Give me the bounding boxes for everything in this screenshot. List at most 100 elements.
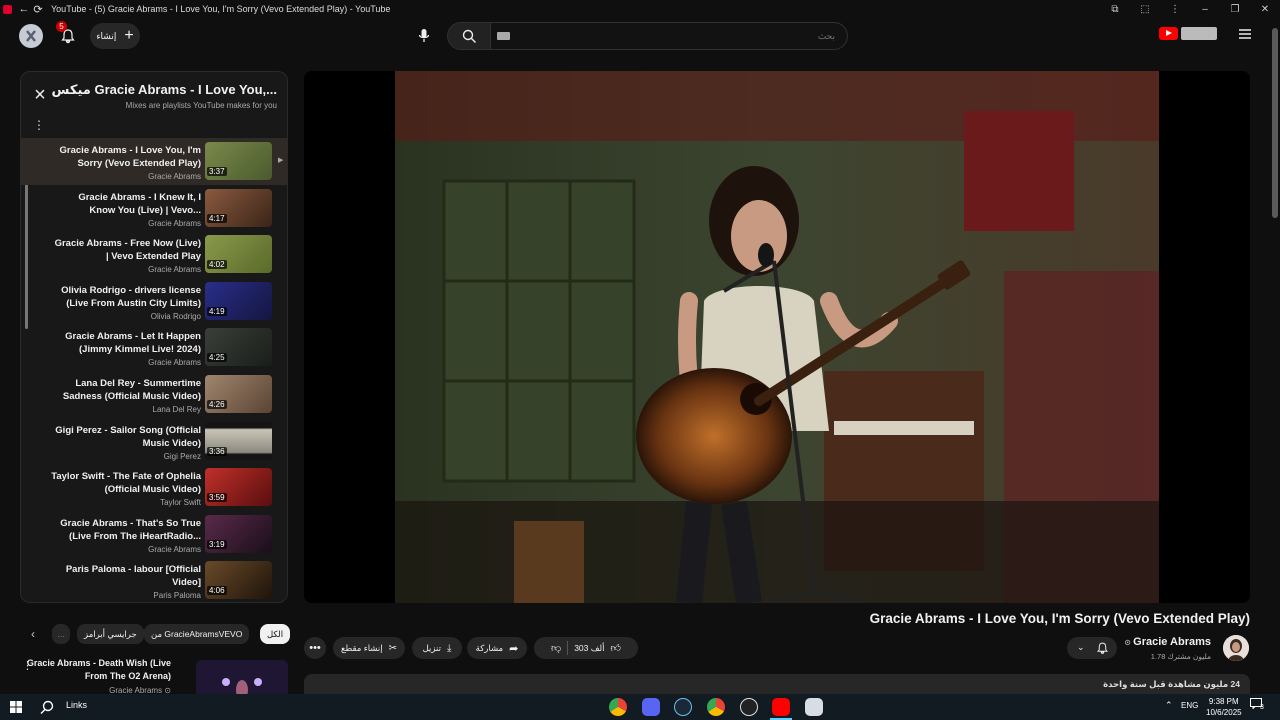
next-video-title: Gracie Abrams - Death Wish (Live From Th…: [26, 658, 171, 681]
playlist-item-channel: Gracie Abrams: [148, 265, 201, 275]
language-indicator[interactable]: ENG: [1181, 701, 1198, 710]
voice-search-button[interactable]: [411, 23, 437, 49]
chevron-left-icon[interactable]: ‹: [31, 627, 35, 641]
playlist-item-title: Paris Paloma - labour [Official Video]: [65, 564, 201, 589]
playlist-item[interactable]: Gracie Abrams - That's So True (Live Fro…: [21, 511, 287, 558]
search-input[interactable]: [490, 22, 848, 50]
playlist-item[interactable]: Gigi Perez - Sailor Song (Official Music…: [21, 418, 287, 465]
youtube-favicon-icon: [3, 4, 12, 14]
settings-app-icon[interactable]: [805, 698, 823, 716]
steam-icon[interactable]: [674, 698, 692, 716]
playlist-item[interactable]: Lana Del Rey - Summertime Sadness (Offic…: [21, 371, 287, 418]
like-count[interactable]: 303 ألف: [574, 643, 604, 654]
translate-icon[interactable]: ⧉: [1100, 4, 1130, 15]
playlist-item[interactable]: Taylor Swift - The Fate of Ophelia (Offi…: [21, 464, 287, 511]
chrome-alt-icon[interactable]: [707, 698, 725, 716]
clock[interactable]: 9:38 PM 10/6/2025: [1206, 696, 1242, 718]
youtube-app-icon[interactable]: [772, 698, 790, 716]
chip-overflow[interactable]: ...: [52, 624, 70, 644]
clip-button[interactable]: إنشاء مقطع ✂: [333, 637, 405, 659]
clip-label: إنشاء مقطع: [341, 642, 383, 653]
channel-avatar[interactable]: [1223, 635, 1249, 661]
playlist-item-title: Gracie Abrams - Free Now (Live) | Vevo E…: [54, 238, 201, 263]
dislike-icon[interactable]: 👎︎: [551, 642, 561, 654]
description-meta: 24 مليون مشاهدة قبل سنة واحدة: [1103, 679, 1240, 690]
video-player[interactable]: [304, 71, 1250, 603]
close-window-button[interactable]: ✕: [1250, 4, 1280, 15]
chip-from-channel[interactable]: من GracieAbramsVEVO: [144, 624, 250, 644]
back-arrow-icon[interactable]: ←: [17, 3, 31, 15]
playlist-item[interactable]: Gracie Abrams - I Knew It, I Know You (L…: [21, 185, 287, 232]
duration-badge: 3:37: [207, 167, 227, 176]
clock-date: 10/6/2025: [1206, 708, 1242, 717]
duration-badge: 4:02: [207, 260, 227, 270]
search-button[interactable]: [447, 22, 491, 50]
playlist-item-thumbnail: 4:25: [205, 328, 272, 367]
playlist-more-icon[interactable]: ⋮: [33, 118, 45, 132]
playlist-item-thumbnail: 4:02: [205, 235, 272, 274]
duration-badge: 4:06: [207, 586, 227, 596]
like-divider: [567, 641, 569, 655]
windows-start-icon[interactable]: [10, 701, 22, 713]
taskbar-search-label[interactable]: Links: [66, 700, 87, 710]
tray-chevron-icon[interactable]: ⌃: [1165, 700, 1173, 711]
playlist-item-thumbnail: 4:06: [205, 561, 272, 600]
notifications-button[interactable]: 5: [56, 21, 80, 48]
playlist-item[interactable]: Gracie Abrams - Free Now (Live) | Vevo E…: [21, 231, 287, 278]
notification-badge: 5: [56, 21, 67, 32]
playlist-item[interactable]: Gracie Abrams - I Love You, I'm Sorry (V…: [21, 138, 287, 185]
playlist-subtitle: Mixes are playlists YouTube makes for yo…: [125, 101, 277, 110]
red-panel: [964, 111, 1074, 231]
minimize-button[interactable]: –: [1190, 4, 1220, 15]
create-button[interactable]: إنشاء +: [90, 23, 140, 49]
playlist-item-title: Gracie Abrams - That's So True (Live Fro…: [60, 517, 201, 542]
reload-icon[interactable]: ⟳: [31, 3, 45, 16]
guide-menu-button[interactable]: [1238, 28, 1252, 40]
playlist-item-thumbnail: 4:26: [205, 374, 272, 413]
playlist-item-thumbnail: 3:37: [205, 142, 272, 180]
chip-related[interactable]: جرايسي أبرامز: [77, 624, 144, 644]
account-avatar[interactable]: [19, 24, 43, 48]
playlist-item[interactable]: Olivia Rodrigo - drivers license (Live F…: [21, 278, 287, 325]
next-video-item[interactable]: ⋮ Gracie Abrams - Death Wish (Live From …: [20, 655, 290, 700]
search-icon: [462, 29, 476, 43]
playlist-item[interactable]: Paris Paloma - labour [Official Video] P…: [21, 557, 287, 602]
playlist-item-title: Gracie Abrams - I Love You, I'm Sorry (V…: [59, 145, 201, 169]
video-frame: [304, 71, 1250, 603]
playlist-item-channel: Gracie Abrams: [148, 218, 201, 228]
chip-all[interactable]: الكل: [260, 624, 291, 644]
share-button[interactable]: مشاركة ➦: [467, 637, 527, 659]
duration-badge: 4:19: [207, 306, 227, 316]
hamburger-icon: [1239, 29, 1251, 39]
scissors-icon: ✂: [388, 642, 397, 654]
restore-button[interactable]: ❐: [1220, 4, 1250, 15]
channel-name[interactable]: ⊙ Gracie Abrams: [1124, 636, 1211, 648]
app-icon[interactable]: [740, 698, 758, 716]
extensions-icon[interactable]: ⬚: [1130, 4, 1160, 15]
like-icon[interactable]: 👍︎: [611, 642, 621, 654]
keyboard-icon[interactable]: [497, 32, 510, 40]
subscribed-button[interactable]: ⌄: [1067, 637, 1117, 659]
youtube-logo[interactable]: [1159, 27, 1217, 40]
more-actions-button[interactable]: •••: [304, 637, 326, 659]
chevron-down-icon: ⌄: [1077, 642, 1085, 652]
playlist-item-title: Olivia Rodrigo - drivers license (Live F…: [61, 284, 201, 309]
microphone-icon: [418, 29, 430, 42]
chrome-icon[interactable]: [609, 698, 627, 716]
page-scrollbar[interactable]: [1272, 28, 1278, 218]
playlist-item-thumbnail: 3:59: [205, 468, 272, 507]
notification-center-icon[interactable]: 3: [1250, 698, 1268, 714]
window-panel: [442, 179, 636, 483]
playlist-item-title: Gracie Abrams - Let It Happen (Jimmy Kim…: [65, 331, 201, 356]
download-button[interactable]: تنزيل ⤓: [412, 637, 462, 659]
windows-taskbar: Links ⌃ ENG 9:38 PM 10/6/2025 3: [0, 694, 1280, 720]
playlist-item[interactable]: Gracie Abrams - Let It Happen (Jimmy Kim…: [21, 324, 287, 371]
taskbar-search-icon[interactable]: [40, 700, 54, 714]
discord-icon[interactable]: [642, 698, 660, 716]
playlist-item-channel: Lana Del Rey: [152, 404, 201, 414]
playlist-item-channel: Paris Paloma: [153, 591, 201, 601]
playlist-item-thumbnail: 3:19: [205, 514, 272, 553]
playlist-items: Gracie Abrams - I Love You, I'm Sorry (V…: [21, 138, 287, 602]
tray-notification-count: 3: [1260, 704, 1264, 711]
browser-menu-icon[interactable]: ⋮: [1160, 4, 1190, 15]
